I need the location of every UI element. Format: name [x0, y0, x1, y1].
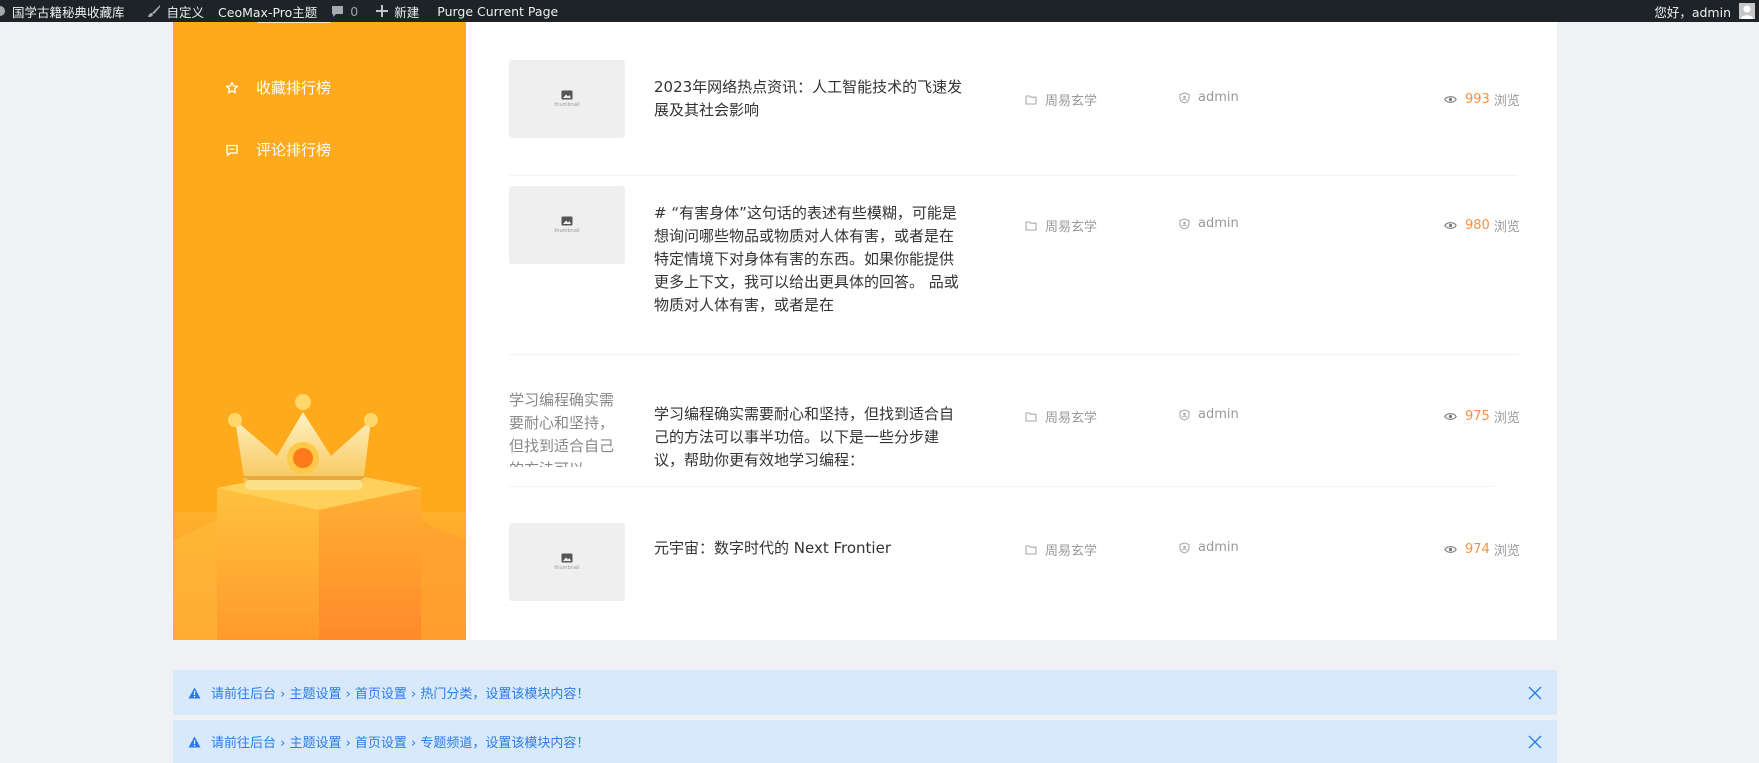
post-thumbnail[interactable]: thumbnail [509, 60, 625, 138]
image-icon [561, 90, 573, 100]
post-author[interactable]: admin [1179, 407, 1239, 422]
post-thumbnail[interactable]: thumbnail [509, 523, 625, 601]
ranking-card: 收藏排行榜 评论排行榜 thumbnail 2023年网络热点资讯：人工智能技术… [173, 22, 1557, 640]
account-menu[interactable]: 您好，admin [1654, 2, 1759, 21]
views-unit: 浏览 [1493, 220, 1520, 235]
sidebar-item-cutoff [257, 22, 337, 24]
post-title[interactable]: # “有害身体”这句话的表述有些模糊，可能是想询问哪些物品或物质对人体有害，或者… [654, 202, 964, 317]
post-author[interactable]: admin [1179, 90, 1239, 105]
author-label: admin [1198, 90, 1239, 105]
crown-illustration [173, 394, 466, 640]
folder-icon [1025, 95, 1037, 105]
post-views: 993 浏览 [1444, 90, 1520, 109]
thumbnail-label: thumbnail [554, 102, 580, 108]
user-shield-icon [1179, 541, 1190, 554]
list-item[interactable]: thumbnail # “有害身体”这句话的表述有些模糊，可能是想询问哪些物品或… [509, 176, 1520, 355]
list-item[interactable]: 学习编程确实需要耐心和坚持，但找到适合自己的方法可以 学习编程确实需要耐心和坚持… [509, 355, 1520, 487]
warning-icon [188, 736, 201, 748]
post-title[interactable]: 2023年网络热点资讯：人工智能技术的飞速发展及其社会影响 [654, 76, 964, 122]
comments-count: 0 [350, 3, 359, 19]
greeting: 您好，admin [1654, 4, 1731, 20]
close-icon[interactable] [1527, 685, 1543, 701]
eye-icon [1444, 413, 1457, 420]
list-item[interactable]: thumbnail 2023年网络热点资讯：人工智能技术的飞速发展及其社会影响 … [509, 60, 1520, 176]
user-shield-icon [1179, 408, 1190, 421]
post-thumbnail-broken[interactable]: 学习编程确实需要耐心和坚持，但找到适合自己的方法可以 [509, 389, 625, 467]
post-category[interactable]: 周易玄学 [1025, 407, 1097, 426]
post-category[interactable]: 周易玄学 [1025, 90, 1097, 109]
notice-alert: 请前往后台 › 主题设置 › 首页设置 › 专题频道，设置该模块内容！ [173, 720, 1557, 763]
folder-icon [1025, 412, 1037, 422]
views-count: 993 [1465, 92, 1490, 107]
category-label: 周易玄学 [1045, 544, 1098, 559]
admin-bar: 国学古籍秘典收藏库 自定义 CeoMax-Pro主题 0 新建 Purge Cu… [0, 0, 1759, 22]
user-shield-icon [1179, 217, 1190, 230]
image-icon [561, 553, 573, 563]
post-views: 980 浏览 [1444, 216, 1520, 235]
plus-icon [376, 5, 389, 17]
new-label: 新建 [394, 4, 420, 20]
eye-icon [1444, 96, 1457, 103]
sidebar-item-favorites[interactable]: 收藏排行榜 [225, 77, 331, 98]
views-unit: 浏览 [1493, 544, 1520, 559]
views-count: 975 [1465, 409, 1490, 424]
user-icon [1741, 5, 1753, 19]
views-unit: 浏览 [1493, 94, 1520, 109]
post-category[interactable]: 周易玄学 [1025, 216, 1097, 235]
close-icon[interactable] [1527, 734, 1543, 750]
comment-bubble-icon [332, 5, 344, 17]
post-title[interactable]: 元宇宙：数字时代的 Next Frontier [654, 537, 964, 560]
folder-icon [1025, 221, 1037, 231]
thumbnail-label: thumbnail [554, 228, 580, 234]
sidebar-item-label: 收藏排行榜 [256, 79, 332, 97]
avatar [1739, 3, 1755, 19]
user-shield-icon [1179, 91, 1190, 104]
views-count: 974 [1465, 542, 1490, 557]
author-label: admin [1198, 407, 1239, 422]
notice-text: 请前往后台 › 主题设置 › 首页设置 › 专题频道，设置该模块内容！ [211, 736, 590, 751]
post-title[interactable]: 学习编程确实需要耐心和坚持，但找到适合自己的方法可以事半功倍。以下是一些分步建议… [654, 403, 964, 473]
brush-icon [147, 5, 160, 17]
thumbnail-label: thumbnail [554, 565, 580, 571]
post-views: 974 浏览 [1444, 540, 1520, 559]
new-content-link[interactable]: 新建 [369, 0, 426, 22]
post-thumbnail[interactable]: thumbnail [509, 186, 625, 264]
comment-icon [225, 143, 239, 157]
ranking-sidebar: 收藏排行榜 评论排行榜 [173, 22, 466, 640]
theme-link[interactable]: CeoMax-Pro主题 [211, 0, 324, 22]
purge-label: Purge Current Page [437, 3, 559, 19]
site-name: 国学古籍秘典收藏库 [12, 4, 125, 20]
post-author[interactable]: admin [1179, 540, 1239, 555]
category-label: 周易玄学 [1045, 411, 1098, 426]
notice-alert: 请前往后台 › 主题设置 › 首页设置 › 热门分类，设置该模块内容！ [173, 670, 1557, 715]
post-author[interactable]: admin [1179, 216, 1239, 231]
category-label: 周易玄学 [1045, 220, 1098, 235]
eye-icon [1444, 546, 1457, 553]
category-label: 周易玄学 [1045, 94, 1098, 109]
author-label: admin [1198, 540, 1239, 555]
author-label: admin [1198, 216, 1239, 231]
warning-icon [188, 687, 201, 699]
eye-icon [1444, 222, 1457, 229]
home-icon [0, 6, 5, 16]
comments-link[interactable]: 0 [324, 0, 365, 22]
folder-icon [1025, 545, 1037, 555]
sidebar-item-label: 评论排行榜 [256, 141, 332, 159]
image-icon [561, 216, 573, 226]
purge-page-link[interactable]: Purge Current Page [430, 0, 565, 22]
customize-link[interactable]: 自定义 [140, 0, 212, 22]
notice-text: 请前往后台 › 主题设置 › 首页设置 › 热门分类，设置该模块内容！ [211, 687, 590, 702]
post-views: 975 浏览 [1444, 407, 1520, 426]
views-count: 980 [1465, 218, 1490, 233]
list-item[interactable]: thumbnail 元宇宙：数字时代的 Next Frontier 周易玄学 a… [509, 487, 1520, 607]
post-category[interactable]: 周易玄学 [1025, 540, 1097, 559]
customize-label: 自定义 [166, 4, 205, 20]
sidebar-item-comments[interactable]: 评论排行榜 [225, 139, 331, 160]
views-unit: 浏览 [1493, 411, 1520, 426]
star-icon [225, 81, 239, 95]
site-name-link[interactable]: 国学古籍秘典收藏库 [0, 0, 132, 22]
theme-label: CeoMax-Pro主题 [218, 4, 318, 20]
